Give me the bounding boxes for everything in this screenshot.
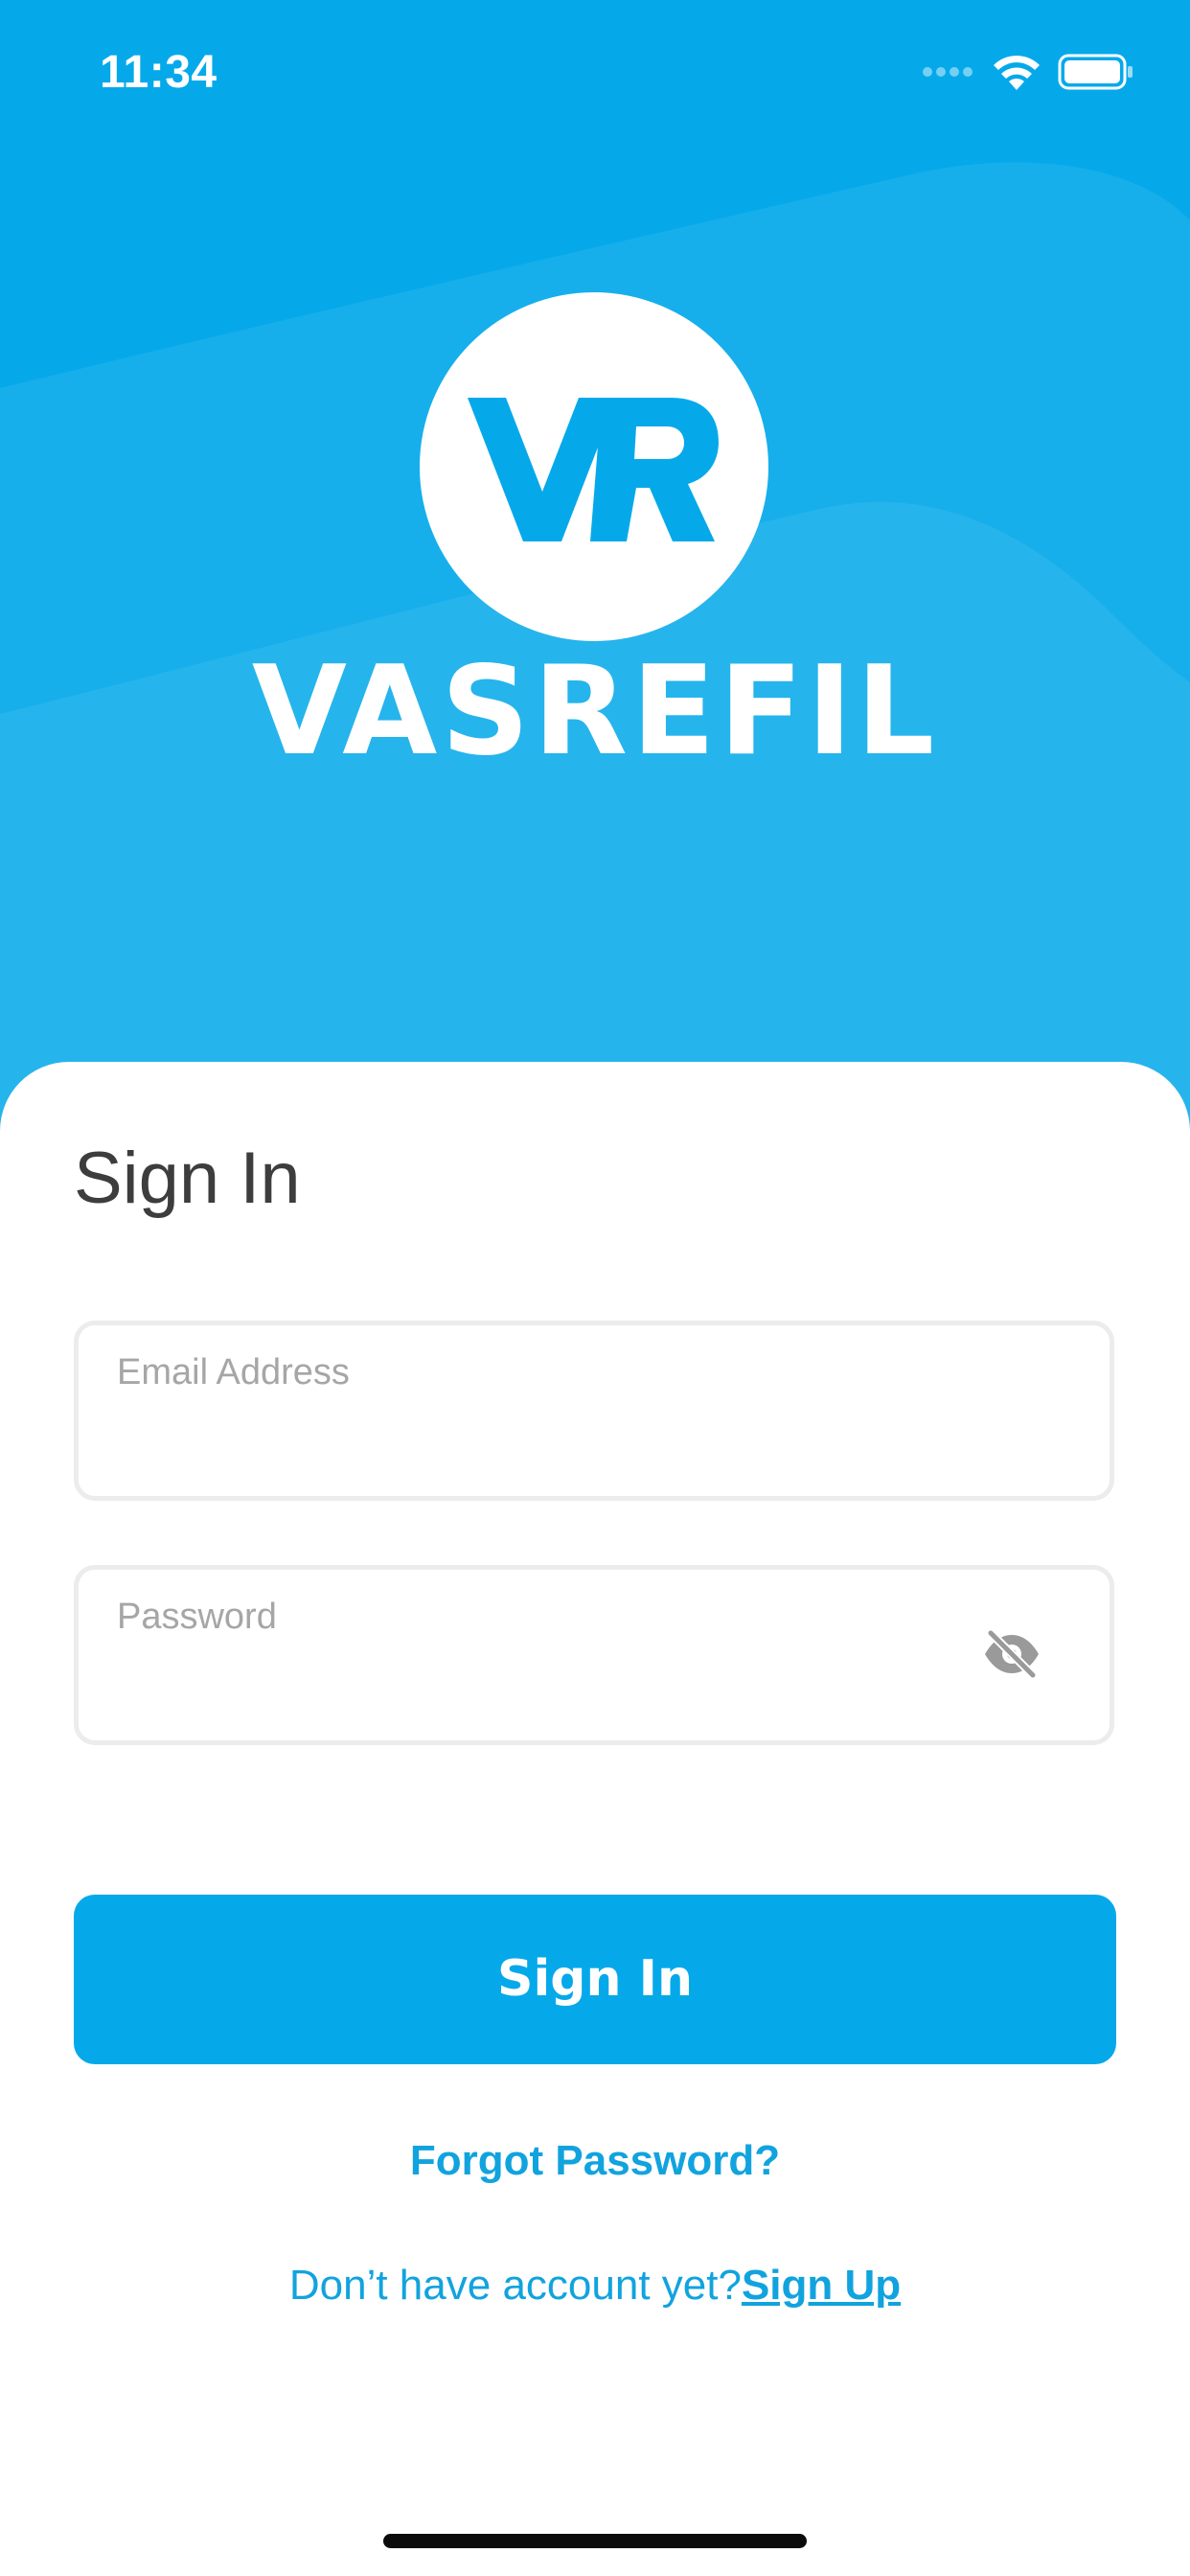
sign-in-button[interactable]: Sign In xyxy=(74,1895,1116,2064)
forgot-password-link[interactable]: Forgot Password? xyxy=(0,2137,1190,2185)
email-label: Email Address xyxy=(117,1352,350,1392)
password-input[interactable] xyxy=(117,1654,983,1723)
signup-prompt-row: Don’t have account yet?Sign Up xyxy=(0,2262,1190,2310)
status-icons xyxy=(922,54,1134,90)
logo-badge xyxy=(420,292,768,641)
signup-prompt-text: Don’t have account yet? xyxy=(288,2262,742,2309)
wifi-icon xyxy=(994,56,1040,90)
header-banner: 11:34 VASREFIL xyxy=(0,0,1190,1131)
sign-in-card xyxy=(0,1062,1190,2576)
password-field[interactable]: Password xyxy=(74,1565,1114,1745)
status-bar: 11:34 xyxy=(0,0,1190,144)
brand-name: VASREFIL xyxy=(251,640,939,783)
sign-up-link[interactable]: Sign Up xyxy=(742,2262,901,2309)
email-input[interactable] xyxy=(117,1410,983,1479)
email-field[interactable]: Email Address xyxy=(74,1321,1114,1501)
cellular-dots-icon xyxy=(923,67,973,77)
home-indicator[interactable] xyxy=(383,2534,807,2548)
page-title: Sign In xyxy=(74,1138,301,1219)
password-label: Password xyxy=(117,1597,277,1637)
status-time: 11:34 xyxy=(100,47,217,98)
vr-logo-icon xyxy=(468,398,719,541)
battery-icon xyxy=(1058,54,1133,90)
eye-off-icon[interactable] xyxy=(981,1628,1042,1680)
